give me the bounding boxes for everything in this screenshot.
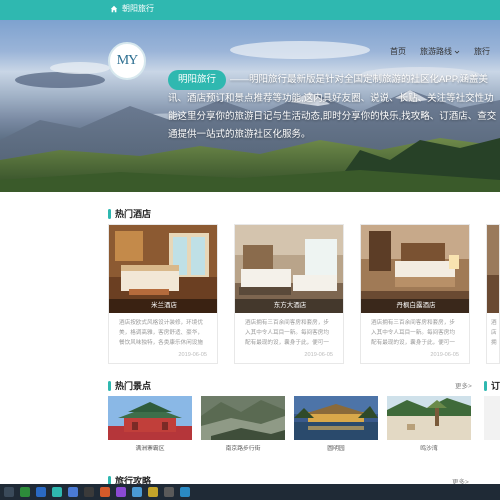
hotel-name: 东方大酒店 — [235, 299, 343, 313]
spot-card[interactable]: 南京路步行街 — [201, 396, 285, 458]
main-nav: 首页 旅游路线 旅行 — [390, 46, 490, 57]
hotel-image: 丹枫白露酒店 — [361, 225, 469, 313]
spot-image — [387, 396, 471, 440]
spot-card[interactable]: 圆明园 — [294, 396, 378, 458]
taskbar — [0, 484, 500, 500]
hotel-image: 米兰酒店 — [109, 225, 217, 313]
start-icon[interactable] — [4, 487, 14, 497]
logo-text: MY — [116, 53, 139, 68]
nav-item-home[interactable]: 首页 — [390, 46, 406, 57]
hotels-title: 热门酒店 — [115, 209, 152, 219]
home-label: 朝阳旅行 — [122, 4, 154, 13]
app-icon-4[interactable] — [164, 487, 174, 497]
spot-name: 圆明园 — [327, 446, 345, 452]
hotel-date: 2019-06-05 — [178, 352, 207, 358]
app-icon-2[interactable] — [132, 487, 142, 497]
spot-card[interactable]: 鸣沙湾 — [387, 396, 471, 458]
accent-bar — [484, 380, 487, 391]
nav-label: 旅游路线 — [420, 47, 452, 56]
spots-title: 热门景点 — [115, 381, 152, 391]
wechat-icon[interactable] — [20, 487, 30, 497]
app-icon-5[interactable] — [180, 487, 190, 497]
spot-image — [201, 396, 285, 440]
hotel-image: 东方大酒店 — [235, 225, 343, 313]
spot-image — [484, 396, 500, 440]
accent-bar — [108, 380, 111, 391]
terminal-icon[interactable] — [84, 487, 94, 497]
ide-icon[interactable] — [116, 487, 126, 497]
home-link[interactable]: 朝阳旅行 — [110, 3, 154, 14]
hotel-card[interactable]: 丹枫白露酒店 酒店拥有三百余间客房和套房，步入其中令人耳目一新。每间客房均配有最… — [360, 224, 470, 364]
nav-item-routes[interactable]: 旅游路线 — [420, 46, 460, 57]
hotel-desc: 酒店按欧式风格设计装修，环境优美，格调高雅，客房舒适、豪华，餐饮风味独特，各类康… — [119, 320, 203, 346]
hotel-desc: 酒店拥有三百余间客房和套房，步入其中令人耳目一新。每间客房均配有最现的设，囊身于… — [371, 320, 455, 346]
site-logo[interactable]: MY — [108, 42, 146, 80]
hotel-desc: 酒店拥有，步入其中，每间客房最现的设 — [491, 320, 497, 346]
hotel-card[interactable]: 东方大酒店 酒店拥有三百余间客房和套房，步入其中令人耳目一新。每间客房均配有最现… — [234, 224, 344, 364]
home-icon — [110, 5, 118, 12]
editor-icon[interactable] — [100, 487, 110, 497]
spot-image — [294, 396, 378, 440]
folder-icon[interactable] — [68, 487, 78, 497]
spots-more-link[interactable]: 更多> — [455, 380, 472, 390]
spot-name: 南京路步行街 — [225, 446, 261, 452]
top-bar: 朝阳旅行 — [0, 0, 500, 20]
nav-label: 旅行 — [474, 47, 490, 56]
intro-text: 明阳旅行 ——明阳旅行最新版是针对全国定制旅游的社区化APP,涵盖美讯、酒店预订和… — [168, 70, 500, 144]
app-icon[interactable] — [52, 487, 62, 497]
chevron-down-icon — [454, 50, 460, 54]
spots-section-title: 热门景点 — [108, 379, 151, 392]
hotels-section-title: 热门酒店 — [108, 207, 151, 220]
hotel-desc: 酒店拥有三百余间客房和套房，步入其中令人耳目一新。每间客房均配有最现的设，囊身于… — [245, 320, 329, 346]
browser-icon[interactable] — [36, 487, 46, 497]
spot-image — [108, 396, 192, 440]
hotel-name: 米兰酒店 — [109, 299, 217, 313]
hotel-name: 丹枫白露酒店 — [361, 299, 469, 313]
app-icon-3[interactable] — [148, 487, 158, 497]
hotel-card[interactable]: 酒店拥有，步入其中，每间客房最现的设 — [486, 224, 500, 364]
right-section-title: 订 — [484, 379, 500, 392]
nav-label: 首页 — [390, 47, 406, 56]
spot-name: 满洲寨霸区 — [135, 446, 165, 452]
accent-bar — [108, 208, 111, 219]
spot-card[interactable] — [484, 396, 500, 458]
nav-item-travel[interactable]: 旅行 — [474, 46, 490, 57]
brand-badge: 明阳旅行 — [168, 70, 227, 90]
page: 朝阳旅行 MY 首页 旅游路线 旅行 明阳旅行 ——明阳旅行最新版是针对全国定制… — [0, 0, 500, 500]
hero-banner: MY 首页 旅游路线 旅行 明阳旅行 ——明阳旅行最新版是针对全国定制旅游的社区化… — [0, 20, 500, 192]
hotel-date: 2019-06-05 — [304, 352, 333, 358]
spot-card[interactable]: 满洲寨霸区 — [108, 396, 192, 458]
hotel-date: 2019-06-05 — [430, 352, 459, 358]
hotel-card[interactable]: 米兰酒店 酒店按欧式风格设计装修，环境优美，格调高雅，客房舒适、豪华，餐饮风味独… — [108, 224, 218, 364]
spot-name: 鸣沙湾 — [420, 446, 438, 452]
right-title: 订 — [491, 381, 500, 391]
hotel-image — [487, 225, 499, 313]
